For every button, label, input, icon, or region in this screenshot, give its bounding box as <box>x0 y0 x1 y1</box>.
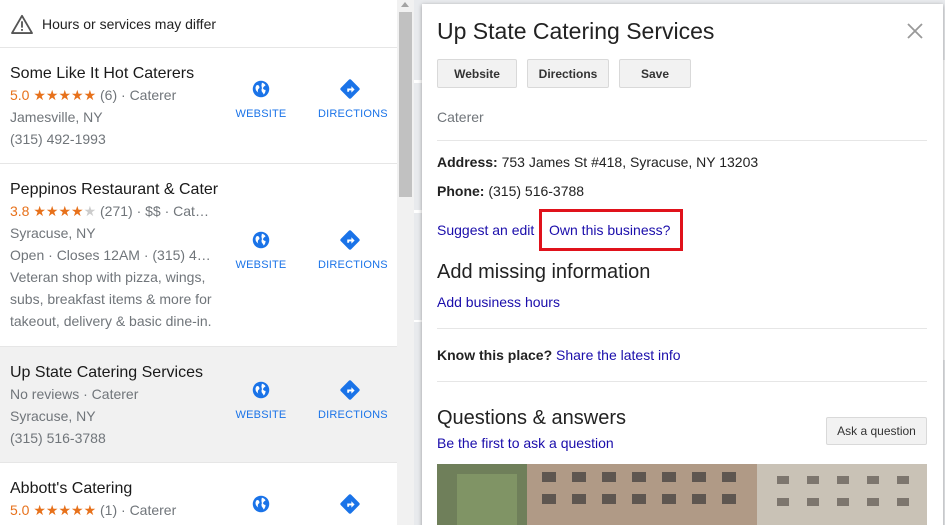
scroll-thumb[interactable] <box>399 12 412 197</box>
directions-button[interactable] <box>318 493 382 523</box>
result-item[interactable]: Peppinos Restaurant & Cater 3.8 ★★★★★ (2… <box>0 164 397 347</box>
result-name[interactable]: Peppinos Restaurant & Cater <box>10 180 220 200</box>
directions-button[interactable]: DIRECTIONS <box>318 78 388 120</box>
place-category: Caterer <box>437 109 484 125</box>
result-name[interactable]: Up State Catering Services <box>10 363 220 383</box>
rating-stars: ★★★★★ <box>33 502 97 518</box>
result-item-selected[interactable]: Up State Catering Services No reviews · … <box>0 347 397 463</box>
website-button[interactable]: WEBSITE <box>229 379 293 421</box>
result-meta: (271) · $$ · Cat… <box>100 203 209 219</box>
website-label: WEBSITE <box>235 259 287 271</box>
result-description: Veteran shop with pizza, wings, subs, br… <box>10 269 212 329</box>
suggest-edit-link[interactable]: Suggest an edit <box>437 222 534 238</box>
divider <box>437 140 927 141</box>
hours-notice: Hours or services may differ <box>0 0 397 48</box>
result-item[interactable]: Some Like It Hot Caterers 5.0 ★★★★★ (6) … <box>0 48 397 164</box>
result-name[interactable]: Abbott's Catering <box>10 479 220 499</box>
directions-icon <box>340 79 360 99</box>
map-road <box>414 80 422 83</box>
missing-info-heading: Add missing information <box>437 261 651 283</box>
result-location: Syracuse, NY <box>10 225 96 241</box>
directions-button[interactable]: Directions <box>527 59 609 88</box>
result-location: Syracuse, NY <box>10 408 96 424</box>
result-rating-line: 5.0 ★★★★★ (1) · Caterer <box>10 499 220 521</box>
notice-text: Hours or services may differ <box>42 15 217 32</box>
rating-stars: ★★★★★ <box>33 203 97 219</box>
share-info-link[interactable]: Share the latest info <box>556 347 681 363</box>
save-button[interactable]: Save <box>619 59 691 88</box>
globe-icon <box>252 381 270 399</box>
own-business-link[interactable]: Own this business? <box>549 222 670 238</box>
result-rating-line: 5.0 ★★★★★ (6) · Caterer <box>10 84 220 106</box>
place-title: Up State Catering Services <box>437 18 715 44</box>
divider <box>437 328 927 329</box>
results-list[interactable]: Hours or services may differ Some Like I… <box>0 0 397 525</box>
website-label: WEBSITE <box>235 409 287 421</box>
phone-value: (315) 516-3788 <box>488 183 585 199</box>
result-item[interactable]: Abbott's Catering 5.0 ★★★★★ (1) · Catere… <box>0 463 397 525</box>
result-location: Jamesville, NY <box>10 109 103 125</box>
directions-icon <box>340 494 360 514</box>
first-ask-link[interactable]: Be the first to ask a question <box>437 435 614 451</box>
divider <box>437 381 927 382</box>
place-address: Address: 753 James St #418, Syracuse, NY… <box>437 154 758 170</box>
list-scrollbar[interactable] <box>397 0 414 525</box>
address-label: Address: <box>437 154 498 170</box>
place-phone: Phone: (315) 516-3788 <box>437 183 584 199</box>
result-meta: (1) · Caterer <box>100 502 177 518</box>
directions-icon <box>340 380 360 400</box>
result-name[interactable]: Some Like It Hot Caterers <box>10 64 220 84</box>
result-phone: (315) 492-1993 <box>10 131 106 147</box>
directions-label: DIRECTIONS <box>318 259 388 271</box>
directions-label: DIRECTIONS <box>318 409 388 421</box>
place-photo[interactable] <box>437 464 927 525</box>
rating-value: 3.8 <box>10 203 30 219</box>
result-meta: No reviews · Caterer <box>10 386 139 402</box>
result-meta: (6) · Caterer <box>100 87 177 103</box>
globe-icon <box>252 495 270 513</box>
result-rating-line: 3.8 ★★★★★ (271) · $$ · Cat… <box>10 200 220 222</box>
rating-stars: ★★★★★ <box>33 87 97 103</box>
scroll-up-arrow-icon[interactable] <box>401 2 409 7</box>
directions-button[interactable]: DIRECTIONS <box>318 379 388 421</box>
globe-icon <box>252 231 270 249</box>
rating-value: 5.0 <box>10 87 30 103</box>
rating-value: 5.0 <box>10 502 30 518</box>
result-phone: (315) 516-3788 <box>10 430 106 446</box>
close-icon[interactable] <box>906 22 924 40</box>
know-place-row: Know this place? Share the latest info <box>437 347 681 363</box>
website-button[interactable]: WEBSITE <box>229 229 293 271</box>
map-road <box>414 320 422 322</box>
add-hours-link[interactable]: Add business hours <box>437 294 560 310</box>
map-road <box>414 210 422 213</box>
ask-question-button[interactable]: Ask a question <box>826 417 927 445</box>
know-label: Know this place? <box>437 347 553 363</box>
directions-button[interactable]: DIRECTIONS <box>318 229 388 271</box>
globe-icon <box>252 80 270 98</box>
website-label: WEBSITE <box>235 108 287 120</box>
result-hours-phone: Open · Closes 12AM · (315) 4… <box>10 247 211 263</box>
warning-icon <box>11 14 33 34</box>
place-detail-panel: Up State Catering Services Website Direc… <box>422 4 943 525</box>
qa-heading: Questions & answers <box>437 407 626 429</box>
phone-label: Phone: <box>437 183 485 199</box>
website-button[interactable]: Website <box>437 59 517 88</box>
website-button[interactable]: WEBSITE <box>229 78 293 120</box>
directions-icon <box>340 230 360 250</box>
address-value: 753 James St #418, Syracuse, NY 13203 <box>501 154 759 170</box>
website-button[interactable] <box>229 493 293 523</box>
directions-label: DIRECTIONS <box>318 108 388 120</box>
